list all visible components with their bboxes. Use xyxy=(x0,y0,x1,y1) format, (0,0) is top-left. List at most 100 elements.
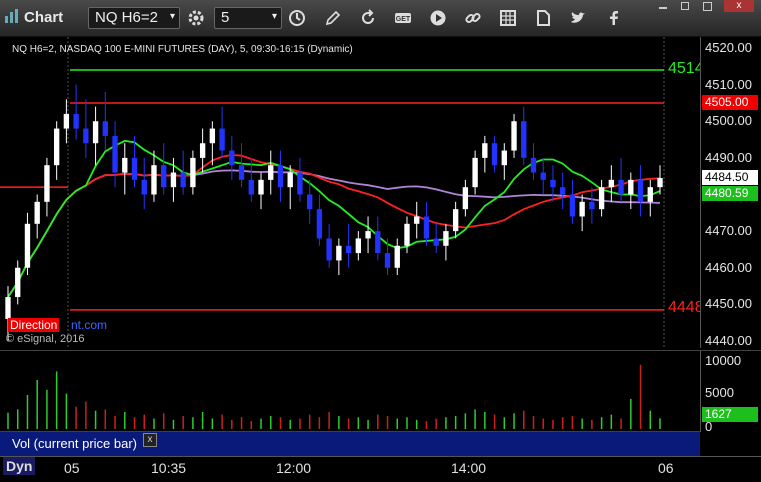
current-volume-tag: 1627 xyxy=(702,407,758,422)
candle-body xyxy=(277,165,284,188)
minimize-button[interactable] xyxy=(654,0,672,12)
candle-body xyxy=(482,143,488,158)
candle-body xyxy=(550,179,556,188)
link-icon xyxy=(465,12,481,24)
candle-body xyxy=(423,216,430,239)
get-data-button[interactable]: GET xyxy=(392,8,414,28)
symbol-input[interactable]: NQ H6=2 ▾ xyxy=(88,7,180,29)
chevron-down-icon[interactable]: ▾ xyxy=(170,11,175,22)
price-scale-label: 4520.00 xyxy=(705,40,752,55)
time-template-button[interactable] xyxy=(286,8,308,28)
last-price-tag: 4484.50 xyxy=(702,170,758,185)
candle-body xyxy=(24,223,31,268)
direction-url-label: nt.com xyxy=(71,318,108,332)
price-scale-label: 4490.00 xyxy=(705,149,752,165)
candle-body xyxy=(511,121,517,151)
candle-body xyxy=(287,172,293,188)
vol-scale-label-10000: 10000 xyxy=(705,353,742,368)
candle-body xyxy=(336,245,342,261)
dynamic-mode-label: Dyn xyxy=(6,458,33,474)
dynamic-mode-toggle[interactable]: Dyn xyxy=(3,457,36,475)
vol-scale-label-5000: 5000 xyxy=(705,385,734,400)
time-axis[interactable] xyxy=(0,456,761,482)
close-icon[interactable]: x xyxy=(143,433,157,447)
draw-tool-button[interactable] xyxy=(322,8,344,28)
price-scale-label: 4510.00 xyxy=(705,76,752,92)
price-chart-pane[interactable] xyxy=(0,37,700,348)
candle-body xyxy=(53,128,60,166)
copyright-text: © eSignal, 2016 xyxy=(6,333,85,345)
interval-input[interactable]: 5 ▾ xyxy=(214,7,282,29)
candle-body xyxy=(248,179,254,195)
candle-body xyxy=(472,157,478,188)
candle-body xyxy=(540,172,546,180)
interval-settings-button[interactable] xyxy=(185,8,207,28)
clock-icon xyxy=(289,10,305,26)
candle-body xyxy=(161,165,167,188)
candle-body xyxy=(238,165,245,180)
candle-body xyxy=(306,194,313,210)
volume-chart[interactable] xyxy=(0,351,700,432)
twitter-button[interactable] xyxy=(567,8,589,28)
candle-body xyxy=(345,245,352,254)
volume-study-label: Vol (current price bar) xyxy=(12,436,137,451)
price-scale-label: 4500.00 xyxy=(705,113,752,129)
refresh-icon xyxy=(362,9,374,24)
candle-body xyxy=(190,157,196,188)
candle-body xyxy=(199,143,206,158)
candle-body xyxy=(657,178,663,188)
candle-body xyxy=(44,165,50,202)
chevron-down-icon[interactable]: ▾ xyxy=(272,11,277,22)
link-button[interactable] xyxy=(462,8,484,28)
candle-body xyxy=(530,157,537,173)
candle-body xyxy=(112,135,118,173)
green-moving-average-line xyxy=(7,139,661,298)
candle-body xyxy=(365,231,371,239)
green-ma-price-tag: 4480.59 xyxy=(702,186,758,201)
candle-body xyxy=(122,157,128,173)
restore-button[interactable] xyxy=(676,0,694,12)
play-icon xyxy=(430,10,446,26)
replay-button[interactable] xyxy=(427,8,449,28)
candle-body xyxy=(209,128,216,144)
candle-body xyxy=(491,143,498,166)
time-tick-1400: 14:00 xyxy=(451,460,487,476)
candle-body xyxy=(569,194,576,217)
candle-body xyxy=(394,245,400,268)
refresh-button[interactable] xyxy=(357,8,379,28)
price-scale-label: 4460.00 xyxy=(705,259,752,275)
time-tick-1035: 10:35 xyxy=(151,460,187,476)
direction-label: Direction xyxy=(8,318,60,332)
candle-body xyxy=(637,179,644,202)
candle-body xyxy=(141,179,147,195)
facebook-button[interactable] xyxy=(603,8,625,28)
maximize-button[interactable] xyxy=(698,0,716,12)
gear-icon xyxy=(188,10,204,26)
candle-body xyxy=(384,253,391,268)
candle-body xyxy=(73,113,79,129)
candle-body xyxy=(268,165,274,180)
twitter-icon xyxy=(571,12,585,23)
price-chart[interactable] xyxy=(0,37,700,348)
price-scale-label: 4440.00 xyxy=(705,333,752,348)
candle-body xyxy=(375,231,381,254)
candle-body xyxy=(452,209,459,232)
grid-icon xyxy=(500,10,516,26)
candle-body xyxy=(618,179,624,195)
candle-body xyxy=(501,150,507,166)
document-icon xyxy=(537,10,550,26)
candle-body xyxy=(433,238,439,246)
window-title: Chart xyxy=(4,8,63,26)
volume-pane[interactable] xyxy=(0,350,700,432)
candle-body xyxy=(462,187,469,210)
page-button[interactable] xyxy=(532,8,554,28)
candle-body xyxy=(229,150,235,166)
time-tick-05: 05 xyxy=(64,460,80,476)
candle-body xyxy=(647,187,653,202)
layout-button[interactable] xyxy=(497,8,519,28)
close-button[interactable]: x xyxy=(724,0,754,12)
interval-value: 5 xyxy=(221,9,230,26)
symbol-value: NQ H6=2 xyxy=(95,9,158,26)
candle-body xyxy=(326,238,332,261)
candle-body xyxy=(5,297,11,320)
